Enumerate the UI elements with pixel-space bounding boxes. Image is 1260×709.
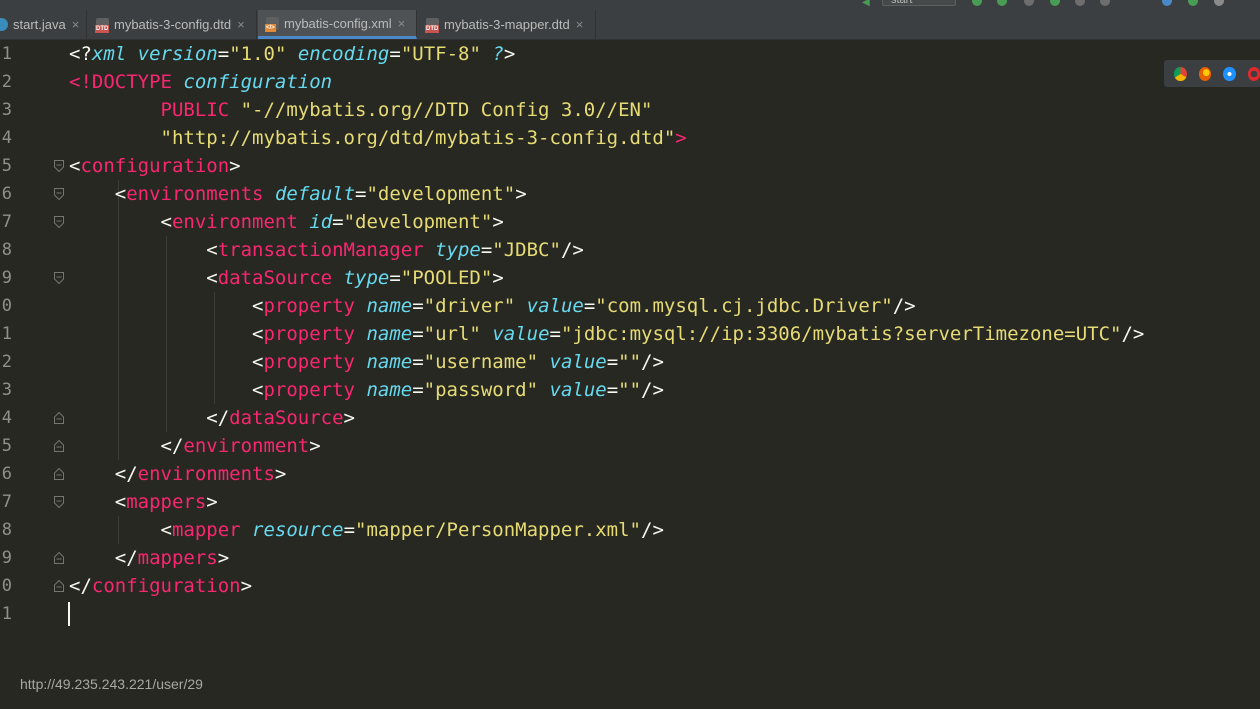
code-line[interactable]: <?xml version="1.0" encoding="UTF-8" ?> <box>69 40 515 68</box>
code-line[interactable]: "http://mybatis.org/dtd/mybatis-3-config… <box>69 124 687 152</box>
tab-mybatis-3-mapper-dtd[interactable]: mybatis-3-mapper.dtd × <box>418 10 596 39</box>
chrome-icon[interactable] <box>1174 66 1187 81</box>
code-editor[interactable]: 1 2 3 4 5 6 7 8 9 0 1 2 3 4 5 6 7 8 9 0 1 <?xml version="1.0… <box>0 40 1260 709</box>
line-number: 8 <box>1 520 12 540</box>
fold-end-icon[interactable] <box>54 412 64 424</box>
history-icon[interactable] <box>1214 0 1224 6</box>
line-number: 7 <box>1 212 12 232</box>
code-line[interactable]: </mappers> <box>69 544 229 572</box>
opera-icon[interactable] <box>1247 66 1260 81</box>
run-configuration-select[interactable]: start <box>882 0 956 6</box>
code-line[interactable]: </environments> <box>69 460 287 488</box>
editor-tab-bar: start.java × mybatis-3-config.dtd × myba… <box>0 10 1260 40</box>
line-number: 9 <box>1 268 12 288</box>
line-number: 9 <box>1 548 12 568</box>
java-file-icon <box>0 18 8 31</box>
back-arrow-icon[interactable]: ◀ <box>862 0 870 8</box>
tab-label: start.java <box>13 17 66 32</box>
code-line[interactable]: PUBLIC "-//mybatis.org//DTD Config 3.0//… <box>69 96 653 124</box>
close-icon[interactable]: × <box>237 17 245 32</box>
tab-label: mybatis-3-config.dtd <box>114 17 232 32</box>
code-line[interactable]: <configuration> <box>69 152 241 180</box>
line-number: 2 <box>1 352 12 372</box>
fold-collapse-icon[interactable] <box>54 272 64 284</box>
profile-icon[interactable] <box>1050 0 1060 6</box>
fold-collapse-icon[interactable] <box>54 216 64 228</box>
code-line[interactable]: <mapper resource="mapper/PersonMapper.xm… <box>69 516 664 544</box>
browser-preview-bar <box>1164 60 1260 87</box>
fold-collapse-icon[interactable] <box>54 160 64 172</box>
stop-icon[interactable] <box>1075 0 1085 6</box>
code-line[interactable]: <environment id="development"> <box>69 208 504 236</box>
code-line[interactable]: <transactionManager type="JDBC"/> <box>69 236 584 264</box>
code-line[interactable]: <environments default="development"> <box>69 180 527 208</box>
firefox-icon[interactable] <box>1198 66 1211 81</box>
fold-end-icon[interactable] <box>54 580 64 592</box>
close-icon[interactable]: × <box>398 16 406 31</box>
run-icon[interactable] <box>972 0 982 6</box>
line-number: 4 <box>1 128 12 148</box>
code-line[interactable]: <mappers> <box>69 488 218 516</box>
fold-end-icon[interactable] <box>54 468 64 480</box>
code-line[interactable]: </configuration> <box>69 572 252 600</box>
line-number: 1 <box>1 604 12 624</box>
coverage-icon[interactable] <box>1024 0 1034 6</box>
line-number: 2 <box>1 72 12 92</box>
line-number: 5 <box>1 156 12 176</box>
line-number: 5 <box>1 436 12 456</box>
text-cursor <box>68 602 70 626</box>
vcs-update-icon[interactable] <box>1162 0 1172 6</box>
code-line[interactable]: </environment> <box>69 432 321 460</box>
fold-end-icon[interactable] <box>54 440 64 452</box>
close-icon[interactable]: × <box>576 17 584 32</box>
code-line[interactable]: <dataSource type="POOLED"> <box>69 264 503 292</box>
line-number: 6 <box>1 184 12 204</box>
tab-label: mybatis-config.xml <box>284 15 392 31</box>
status-url: http://49.235.243.221/user/29 <box>20 676 203 692</box>
code-line[interactable]: <property name="url" value="jdbc:mysql:/… <box>69 320 1144 348</box>
line-number: 3 <box>1 100 12 120</box>
top-toolbar: ◀ start <box>0 0 1260 10</box>
safari-icon[interactable] <box>1223 66 1236 81</box>
code-line[interactable]: <property name="username" value=""/> <box>69 348 664 376</box>
code-line[interactable]: <!DOCTYPE configuration <box>69 68 332 96</box>
code-line[interactable]: <property name="password" value=""/> <box>69 376 664 404</box>
tab-start-java[interactable]: start.java × <box>0 10 87 39</box>
code-line[interactable]: <property name="driver" value="com.mysql… <box>69 292 916 320</box>
close-icon[interactable]: × <box>72 17 80 32</box>
line-number: 6 <box>1 464 12 484</box>
fold-collapse-icon[interactable] <box>54 496 64 508</box>
line-number: 1 <box>1 44 12 64</box>
dtd-file-icon <box>95 18 110 33</box>
line-number: 1 <box>1 324 12 344</box>
xml-file-icon <box>265 16 279 32</box>
tab-label: mybatis-3-mapper.dtd <box>444 17 570 32</box>
debug-icon[interactable] <box>997 0 1007 6</box>
line-number: 4 <box>1 408 12 428</box>
line-number: 7 <box>1 492 12 512</box>
build-icon[interactable] <box>1100 0 1110 6</box>
tab-mybatis-3-config-dtd[interactable]: mybatis-3-config.dtd × <box>88 10 257 39</box>
line-number: 8 <box>1 240 12 260</box>
vcs-commit-icon[interactable] <box>1188 0 1198 6</box>
line-number: 0 <box>1 296 12 316</box>
dtd-file-icon <box>425 18 440 33</box>
fold-end-icon[interactable] <box>54 552 64 564</box>
tab-mybatis-config-xml[interactable]: mybatis-config.xml × <box>258 10 417 39</box>
line-number: 3 <box>1 380 12 400</box>
fold-collapse-icon[interactable] <box>54 188 64 200</box>
line-number: 0 <box>1 576 12 596</box>
code-line[interactable]: </dataSource> <box>69 404 355 432</box>
